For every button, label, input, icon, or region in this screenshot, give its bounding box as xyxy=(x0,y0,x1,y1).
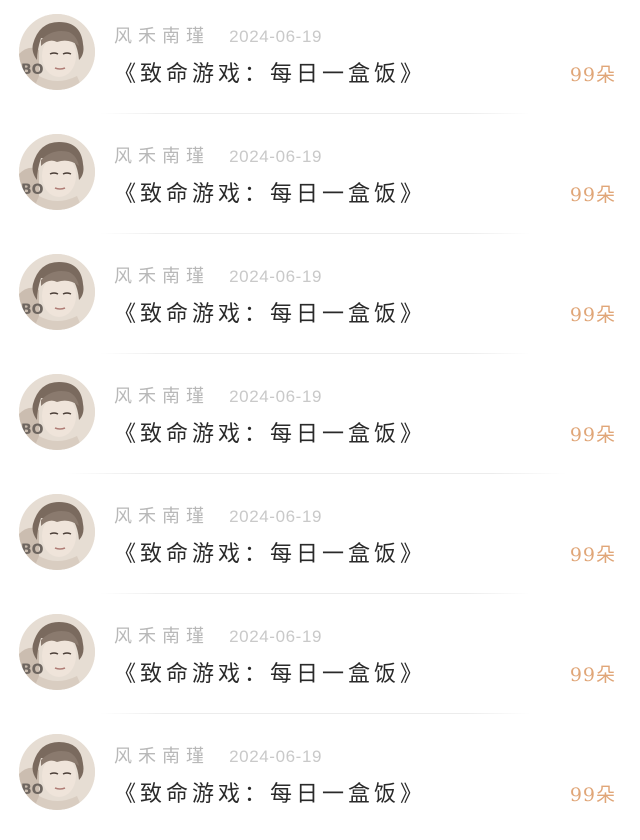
svg-text:BO: BO xyxy=(21,542,44,558)
author-name[interactable]: 风禾南瑾 xyxy=(114,266,210,287)
divider xyxy=(100,713,530,714)
svg-text:BO: BO xyxy=(21,422,44,438)
divider xyxy=(100,113,530,114)
post-date: 2024-06-19 xyxy=(229,27,323,46)
item-title[interactable]: 《致命游戏：每日一盒饭》 xyxy=(114,656,426,688)
divider xyxy=(100,593,530,594)
item-title[interactable]: 《致命游戏：每日一盒饭》 xyxy=(114,176,426,208)
user-avatar-illustration-icon[interactable]: BO xyxy=(19,254,95,330)
gift-amount: 99朵 xyxy=(569,544,616,566)
svg-text:BO: BO xyxy=(21,182,44,198)
item-meta: 风禾南瑾 2024-06-19 xyxy=(114,622,323,647)
post-date: 2024-06-19 xyxy=(229,507,323,526)
divider xyxy=(100,233,530,234)
list-item[interactable]: BO 风禾南瑾 2024-06-19 《致命游戏：每日一盒饭》 99朵 xyxy=(0,120,640,240)
list-item[interactable]: BO 风禾南瑾 2024-06-19 《致命游戏：每日一盒饭》 99朵 xyxy=(0,600,640,720)
user-avatar-illustration-icon[interactable]: BO xyxy=(19,734,95,810)
list-item[interactable]: BO 风禾南瑾 2024-06-19 《致命游戏：每日一盒饭》 99朵 xyxy=(0,480,640,600)
svg-text:BO: BO xyxy=(21,782,44,798)
post-date: 2024-06-19 xyxy=(229,267,323,286)
svg-text:BO: BO xyxy=(21,62,44,78)
post-date: 2024-06-19 xyxy=(229,627,323,646)
item-title[interactable]: 《致命游戏：每日一盒饭》 xyxy=(114,56,426,88)
user-avatar-illustration-icon[interactable]: BO xyxy=(19,14,95,90)
gift-amount: 99朵 xyxy=(569,664,616,686)
author-name[interactable]: 风禾南瑾 xyxy=(114,746,210,767)
item-meta: 风禾南瑾 2024-06-19 xyxy=(114,262,323,287)
divider xyxy=(66,473,566,474)
gift-amount: 99朵 xyxy=(569,784,616,806)
item-title[interactable]: 《致命游戏：每日一盒饭》 xyxy=(114,536,426,568)
item-title[interactable]: 《致命游戏：每日一盒饭》 xyxy=(114,776,426,808)
author-name[interactable]: 风禾南瑾 xyxy=(114,386,210,407)
item-title[interactable]: 《致命游戏：每日一盒饭》 xyxy=(114,416,426,448)
gift-amount: 99朵 xyxy=(569,64,616,86)
gift-amount: 99朵 xyxy=(569,304,616,326)
svg-text:BO: BO xyxy=(21,662,44,678)
list-item[interactable]: BO 风禾南瑾 2024-06-19 《致命游戏：每日一盒饭》 99朵 xyxy=(0,360,640,480)
list-item[interactable]: BO 风禾南瑾 2024-06-19 《致命游戏：每日一盒饭》 99朵 xyxy=(0,240,640,360)
post-date: 2024-06-19 xyxy=(229,147,323,166)
divider xyxy=(100,353,530,354)
list-item[interactable]: BO 风禾南瑾 2024-06-19 《致命游戏：每日一盒饭》 99朵 xyxy=(0,720,640,840)
item-meta: 风禾南瑾 2024-06-19 xyxy=(114,742,323,767)
user-avatar-illustration-icon[interactable]: BO xyxy=(19,134,95,210)
user-avatar-illustration-icon[interactable]: BO xyxy=(19,494,95,570)
item-meta: 风禾南瑾 2024-06-19 xyxy=(114,142,323,167)
gift-amount: 99朵 xyxy=(569,424,616,446)
author-name[interactable]: 风禾南瑾 xyxy=(114,146,210,167)
item-meta: 风禾南瑾 2024-06-19 xyxy=(114,382,323,407)
gift-amount: 99朵 xyxy=(569,184,616,206)
item-meta: 风禾南瑾 2024-06-19 xyxy=(114,22,323,47)
user-avatar-illustration-icon[interactable]: BO xyxy=(19,374,95,450)
author-name[interactable]: 风禾南瑾 xyxy=(114,506,210,527)
item-title[interactable]: 《致命游戏：每日一盒饭》 xyxy=(114,296,426,328)
post-date: 2024-06-19 xyxy=(229,387,323,406)
svg-text:BO: BO xyxy=(21,302,44,318)
user-avatar-illustration-icon[interactable]: BO xyxy=(19,614,95,690)
author-name[interactable]: 风禾南瑾 xyxy=(114,26,210,47)
item-meta: 风禾南瑾 2024-06-19 xyxy=(114,502,323,527)
author-name[interactable]: 风禾南瑾 xyxy=(114,626,210,647)
list-item[interactable]: BO 风禾南瑾 2024-06-19 《致命游戏：每日一盒饭》 99朵 xyxy=(0,0,640,120)
gift-record-list: BO 风禾南瑾 2024-06-19 《致命游戏：每日一盒饭》 99朵 BO 风… xyxy=(0,0,640,835)
post-date: 2024-06-19 xyxy=(229,747,323,766)
